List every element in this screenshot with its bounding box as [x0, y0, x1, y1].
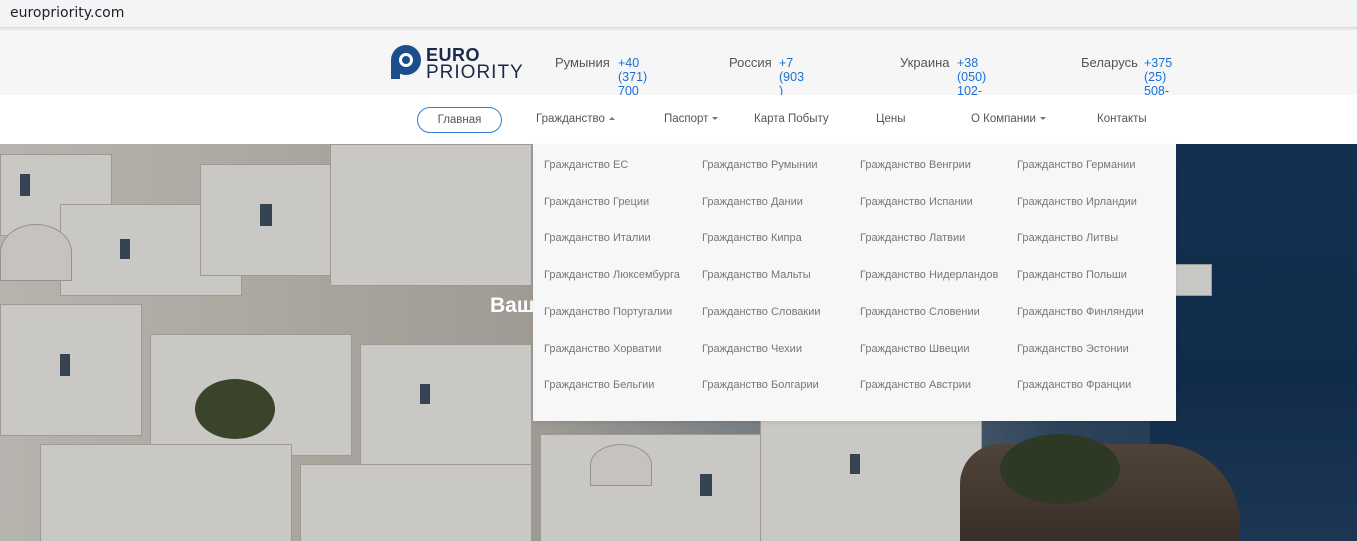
logo-p-icon: [391, 45, 421, 79]
dropdown-item-finland[interactable]: Гражданство Финляндии: [1017, 306, 1144, 318]
contact-country-belarus: Беларусь: [1081, 55, 1138, 70]
nav-item-label: Цены: [876, 113, 906, 125]
browser-url[interactable]: europriority.com: [10, 5, 124, 21]
caret-down-icon: [712, 117, 719, 121]
dropdown-item-cyprus[interactable]: Гражданство Кипра: [702, 232, 802, 244]
dropdown-item-slovenia[interactable]: Гражданство Словении: [860, 306, 980, 318]
nav-item-residence-card[interactable]: Карта Побыту: [754, 95, 829, 144]
nav-item-home[interactable]: Главная: [417, 107, 502, 133]
top-header: EURO PRIORITY Румыния +40 (371) 700 154 …: [0, 30, 1357, 140]
nav-item-prices[interactable]: Цены: [876, 95, 906, 144]
nav-item-label: Главная: [437, 114, 482, 126]
dropdown-item-greece[interactable]: Гражданство Греции: [544, 196, 649, 208]
dropdown-item-italy[interactable]: Гражданство Италии: [544, 232, 651, 244]
nav-item-about[interactable]: О Компании: [971, 95, 1046, 144]
dropdown-item-malta[interactable]: Гражданство Мальты: [702, 269, 811, 281]
nav-item-label: Гражданство: [536, 113, 605, 125]
dropdown-item-germany[interactable]: Гражданство Германии: [1017, 159, 1135, 171]
dropdown-item-bulgaria[interactable]: Гражданство Болгарии: [702, 379, 819, 391]
dropdown-item-portugal[interactable]: Гражданство Португалии: [544, 306, 672, 318]
dropdown-item-lithuania[interactable]: Гражданство Литвы: [1017, 232, 1118, 244]
nav-item-citizenship[interactable]: Гражданство: [536, 95, 615, 144]
dropdown-item-estonia[interactable]: Гражданство Эстонии: [1017, 343, 1129, 355]
logo-text-priority: PRIORITY: [426, 62, 524, 83]
citizenship-dropdown-menu: Гражданство ЕС Гражданство Греции Гражда…: [533, 144, 1176, 421]
dropdown-item-sweden[interactable]: Гражданство Швеции: [860, 343, 969, 355]
dropdown-item-czechia[interactable]: Гражданство Чехии: [702, 343, 802, 355]
hero-title: Ваш: [490, 294, 535, 317]
nav-item-passport[interactable]: Паспорт: [664, 95, 719, 144]
dropdown-item-luxembourg[interactable]: Гражданство Люксембурга: [544, 269, 680, 281]
dropdown-item-spain[interactable]: Гражданство Испании: [860, 196, 973, 208]
nav-item-label: Паспорт: [664, 113, 709, 125]
nav-item-contacts[interactable]: Контакты: [1097, 95, 1147, 144]
dropdown-item-eu[interactable]: Гражданство ЕС: [544, 159, 628, 171]
dropdown-item-poland[interactable]: Гражданство Польши: [1017, 269, 1127, 281]
contact-country-ukraine: Украина: [900, 55, 950, 70]
nav-item-label: Контакты: [1097, 113, 1147, 125]
main-nav: Главная Гражданство Паспорт Карта Побыту…: [0, 95, 1357, 144]
dropdown-item-austria[interactable]: Гражданство Австрии: [860, 379, 971, 391]
dropdown-item-france[interactable]: Гражданство Франции: [1017, 379, 1131, 391]
browser-address-bar[interactable]: europriority.com: [0, 0, 1357, 28]
dropdown-item-belgium[interactable]: Гражданство Бельгии: [544, 379, 654, 391]
nav-item-label: О Компании: [971, 113, 1036, 125]
contact-country-russia: Россия: [729, 55, 772, 70]
dropdown-item-ireland[interactable]: Гражданство Ирландии: [1017, 196, 1137, 208]
contact-country-romania: Румыния: [555, 55, 610, 70]
dropdown-item-netherlands[interactable]: Гражданство Нидерландов: [860, 269, 998, 281]
dropdown-item-croatia[interactable]: Гражданство Хорватии: [544, 343, 661, 355]
caret-up-icon: [608, 117, 615, 121]
dropdown-item-latvia[interactable]: Гражданство Латвии: [860, 232, 965, 244]
dropdown-item-denmark[interactable]: Гражданство Дании: [702, 196, 803, 208]
site-logo[interactable]: EURO PRIORITY: [388, 43, 528, 83]
dropdown-item-romania[interactable]: Гражданство Румынии: [702, 159, 818, 171]
caret-down-icon: [1039, 117, 1046, 121]
dropdown-item-hungary[interactable]: Гражданство Венгрии: [860, 159, 971, 171]
dropdown-item-slovakia[interactable]: Гражданство Словакии: [702, 306, 821, 318]
nav-item-label: Карта Побыту: [754, 113, 829, 125]
